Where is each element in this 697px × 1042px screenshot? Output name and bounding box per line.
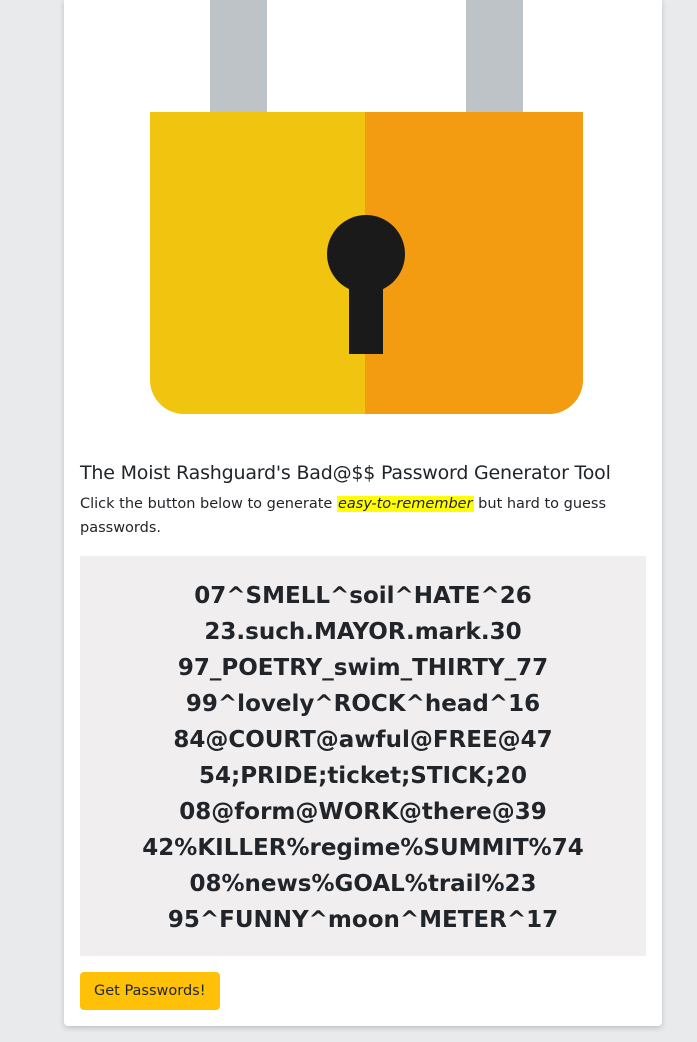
padlock-icon — [64, 0, 662, 420]
password-item: 84@COURT@awful@FREE@47 — [173, 727, 553, 753]
password-list: 07^SMELL^soil^HATE^26 23.such.MAYOR.mark… — [80, 556, 646, 956]
get-passwords-button[interactable]: Get Passwords! — [80, 972, 220, 1010]
password-item: 97_POETRY_swim_THIRTY_77 — [177, 655, 549, 681]
password-item: 95^FUNNY^moon^METER^17 — [167, 907, 559, 933]
intro-text: Click the button below to generate easy-… — [80, 492, 640, 540]
shackle-right — [466, 0, 523, 114]
main-card: The Moist Rashguard's Bad@$$ Password Ge… — [64, 0, 662, 1026]
password-item: 42%KILLER%regime%SUMMIT%74 — [142, 835, 584, 861]
intro-text-before: Click the button below to generate — [80, 496, 337, 512]
intro-highlight: easy-to-remember — [336, 496, 474, 512]
keyhole-slot — [349, 270, 383, 354]
page-title: The Moist Rashguard's Bad@$$ Password Ge… — [80, 462, 611, 484]
password-item: 07^SMELL^soil^HATE^26 — [194, 583, 532, 609]
password-item: 08%news%GOAL%trail%23 — [189, 871, 537, 897]
shackle-left — [210, 0, 267, 114]
password-item: 54;PRIDE;ticket;STICK;20 — [198, 763, 528, 789]
password-item: 08@form@WORK@there@39 — [179, 799, 547, 825]
password-item: 23.such.MAYOR.mark.30 — [204, 619, 522, 645]
password-item: 99^lovely^ROCK^head^16 — [185, 691, 541, 717]
